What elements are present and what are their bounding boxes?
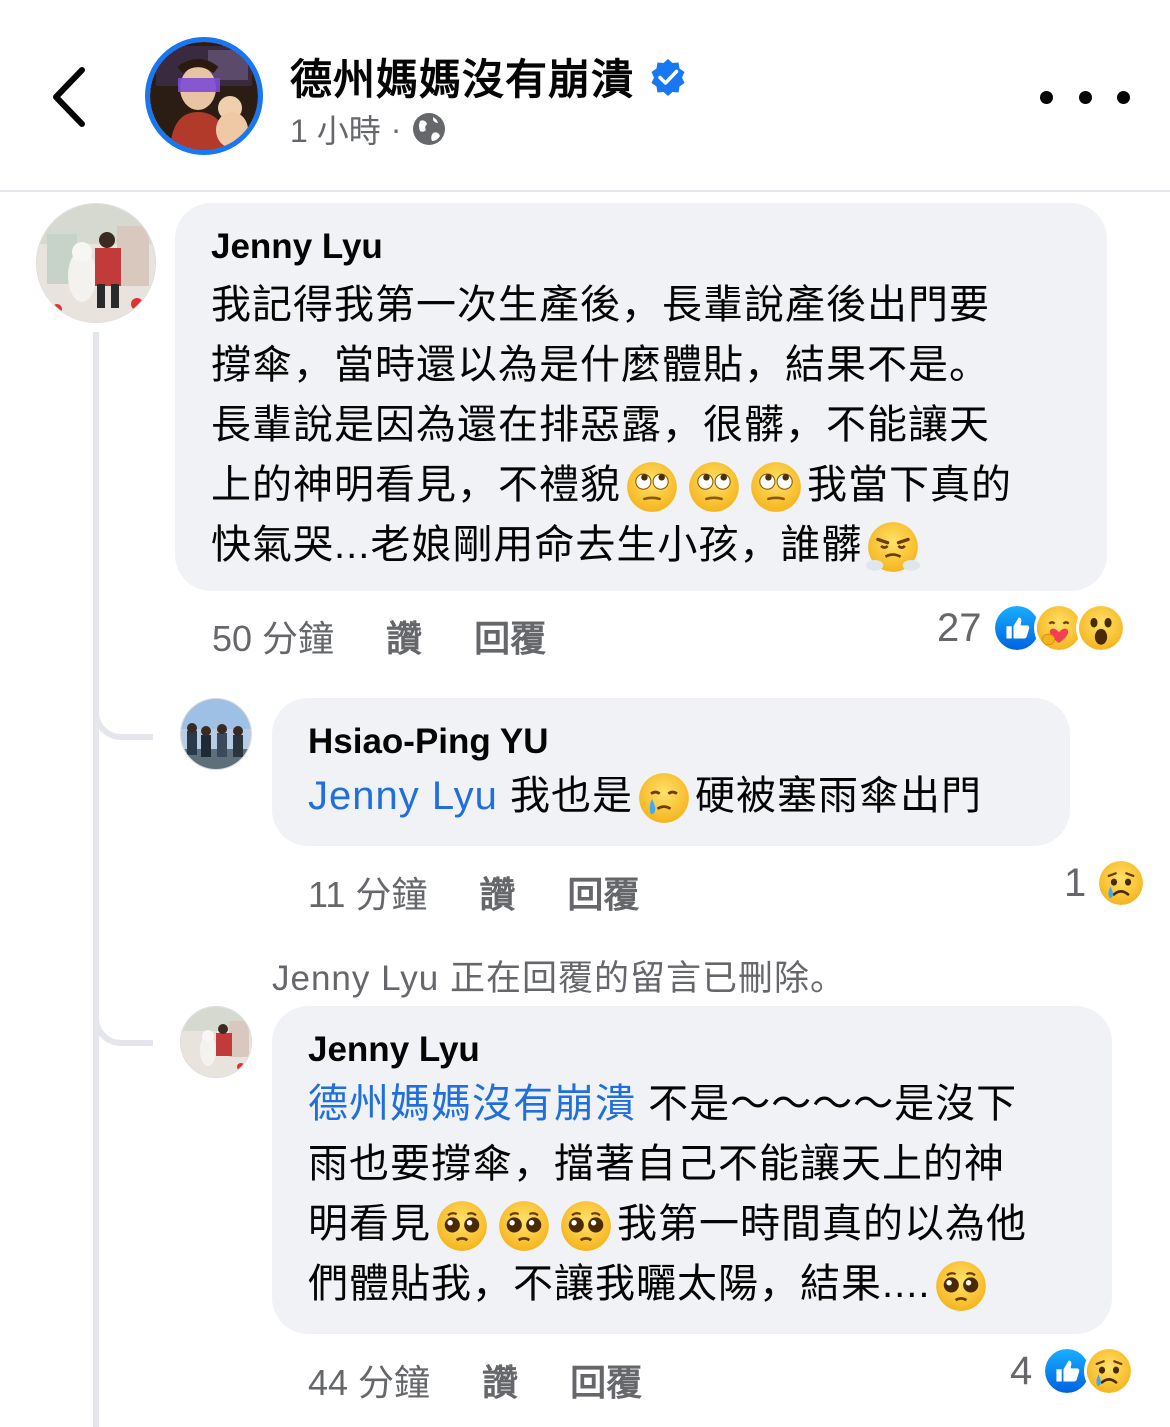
- reply-button[interactable]: 回覆: [570, 1354, 642, 1406]
- comment-author[interactable]: Hsiao-Ping YU: [308, 722, 1034, 762]
- comment-time[interactable]: 50 分鐘: [212, 610, 334, 662]
- comment-text: 德州媽媽沒有崩潰 不是～～～～是沒下 雨也要撐傘，擋著自己不能讓天上的神 明看見…: [308, 1074, 1076, 1314]
- mention-link[interactable]: 德州媽媽沒有崩潰: [308, 1082, 636, 1126]
- comment-line: 們體貼我，不讓我曬太陽，結果....: [308, 1254, 1076, 1314]
- more-dot: [1078, 90, 1092, 104]
- pleading-emoji: [497, 1199, 551, 1253]
- comment-bubble[interactable]: Jenny Lyu 我記得我第一次生產後，長輩說產後出門要 撐傘，當時還以為是什…: [175, 203, 1107, 591]
- page-title[interactable]: 德州媽媽沒有崩潰: [290, 46, 688, 107]
- avatar-photo: [181, 1007, 251, 1077]
- reaction-summary[interactable]: 1: [1064, 858, 1147, 908]
- thread-branch: [93, 690, 153, 740]
- verified-badge-icon: [651, 58, 685, 96]
- comment-text-part: 我也是: [509, 774, 633, 818]
- comment-actions: 44 分鐘 讚 回覆: [308, 1354, 642, 1406]
- comment-line-text: 我當下真的: [807, 463, 1012, 507]
- eye-roll-emoji: [625, 460, 679, 514]
- reply-button[interactable]: 回覆: [567, 866, 639, 918]
- more-dot: [1117, 90, 1130, 104]
- pleading-emoji: [559, 1199, 613, 1253]
- comment-line-text: 我第一時間真的以為他: [617, 1202, 1027, 1246]
- thread-line: [93, 332, 99, 1427]
- back-button[interactable]: [40, 62, 100, 132]
- commenter-avatar[interactable]: [180, 1006, 252, 1078]
- comment-text: 我記得我第一次生產後，長輩說產後出門要 撐傘，當時還以為是什麼體貼，結果不是。 …: [211, 275, 1071, 575]
- comment-text: Jenny Lyu 我也是 硬被塞雨傘出門: [308, 766, 1034, 826]
- comment-line-text: 快氣哭...老娘剛用命去生小孩，誰髒: [211, 523, 863, 567]
- reaction-count: 1: [1064, 860, 1087, 905]
- comment-line-text: 明看見: [308, 1202, 431, 1246]
- comment-line: 長輩說是因為還在排惡露，很髒，不能讓天: [211, 403, 990, 447]
- reaction-count: 4: [1010, 1348, 1033, 1393]
- comment-line-text: 不是～～～～是沒下: [648, 1082, 1018, 1126]
- reaction-summary[interactable]: 27: [937, 603, 1126, 653]
- pleading-emoji: [435, 1199, 489, 1253]
- comment-line-text: 上的神明看見，不禮貌: [211, 463, 621, 507]
- comment-actions: 50 分鐘 讚 回覆: [212, 610, 546, 662]
- reply-button[interactable]: 回覆: [474, 610, 546, 662]
- crying-emoji: [637, 771, 691, 825]
- reaction-count: 27: [937, 605, 982, 650]
- more-options-button[interactable]: [1040, 82, 1130, 112]
- more-dots-icon: [1040, 90, 1053, 104]
- wow-reaction-icon: [1075, 603, 1126, 653]
- comment-line: 快氣哭...老娘剛用命去生小孩，誰髒: [211, 515, 1071, 575]
- like-button[interactable]: 讚: [386, 610, 422, 662]
- mention-link[interactable]: Jenny Lyu: [308, 774, 498, 818]
- deleted-comment-note: Jenny Lyu 正在回覆的留言已刪除。: [272, 959, 846, 998]
- avatar-photo: [37, 204, 155, 322]
- madonna-painting-image: [150, 42, 258, 150]
- sad-reaction-icon: [1084, 1346, 1135, 1396]
- pleading-emoji: [934, 1259, 988, 1313]
- huffing-emoji: [866, 520, 921, 574]
- page-avatar[interactable]: [145, 37, 263, 155]
- reaction-summary[interactable]: 4: [1010, 1346, 1135, 1396]
- commenter-avatar[interactable]: [180, 698, 252, 770]
- comment-line: 上的神明看見，不禮貌 我當下真的: [211, 455, 1071, 515]
- comment-author[interactable]: Jenny Lyu: [211, 227, 1071, 267]
- comment-line: 雨也要撐傘，擋著自己不能讓天上的神: [308, 1142, 1005, 1186]
- comment-author[interactable]: Jenny Lyu: [308, 1030, 1076, 1070]
- eye-roll-emoji: [687, 460, 741, 514]
- post-header: 德州媽媽沒有崩潰 1 小時 ·: [0, 0, 1170, 192]
- comment-line: 明看見 我第一時間真的以為他: [308, 1194, 1076, 1254]
- commenter-avatar[interactable]: [36, 203, 156, 323]
- comment-actions: 11 分鐘 讚 回覆: [308, 866, 639, 918]
- post-meta: 1 小時 ·: [290, 106, 447, 152]
- comment-line: 德州媽媽沒有崩潰 不是～～～～是沒下: [308, 1074, 1076, 1134]
- comment-time[interactable]: 11 分鐘: [308, 866, 427, 918]
- avatar-photo: [181, 699, 251, 769]
- post-time[interactable]: 1 小時: [290, 106, 381, 152]
- comment-line: 撐傘，當時還以為是什麼體貼，結果不是。: [211, 343, 990, 387]
- thread-branch: [93, 996, 153, 1046]
- globe-icon: [413, 113, 446, 145]
- sad-reaction-icon: [1096, 858, 1147, 908]
- comment-time[interactable]: 44 分鐘: [308, 1354, 430, 1406]
- like-button[interactable]: 讚: [479, 866, 515, 918]
- reply-bubble[interactable]: Jenny Lyu 德州媽媽沒有崩潰 不是～～～～是沒下 雨也要撐傘，擋著自己不…: [272, 1006, 1112, 1334]
- reply-bubble[interactable]: Hsiao-Ping YU Jenny Lyu 我也是 硬被塞雨傘出門: [272, 698, 1070, 846]
- page-name[interactable]: 德州媽媽沒有崩潰: [290, 46, 634, 107]
- comment-line-text: 們體貼我，不讓我曬太陽，結果....: [308, 1262, 931, 1306]
- back-chevron-icon: [53, 67, 85, 127]
- meta-separator: ·: [390, 110, 402, 147]
- like-button[interactable]: 讚: [482, 1354, 518, 1406]
- eye-roll-emoji: [749, 460, 803, 514]
- comment-text-part: 硬被塞雨傘出門: [694, 774, 982, 818]
- comment-line: 我記得我第一次生產後，長輩說產後出門要: [211, 283, 990, 327]
